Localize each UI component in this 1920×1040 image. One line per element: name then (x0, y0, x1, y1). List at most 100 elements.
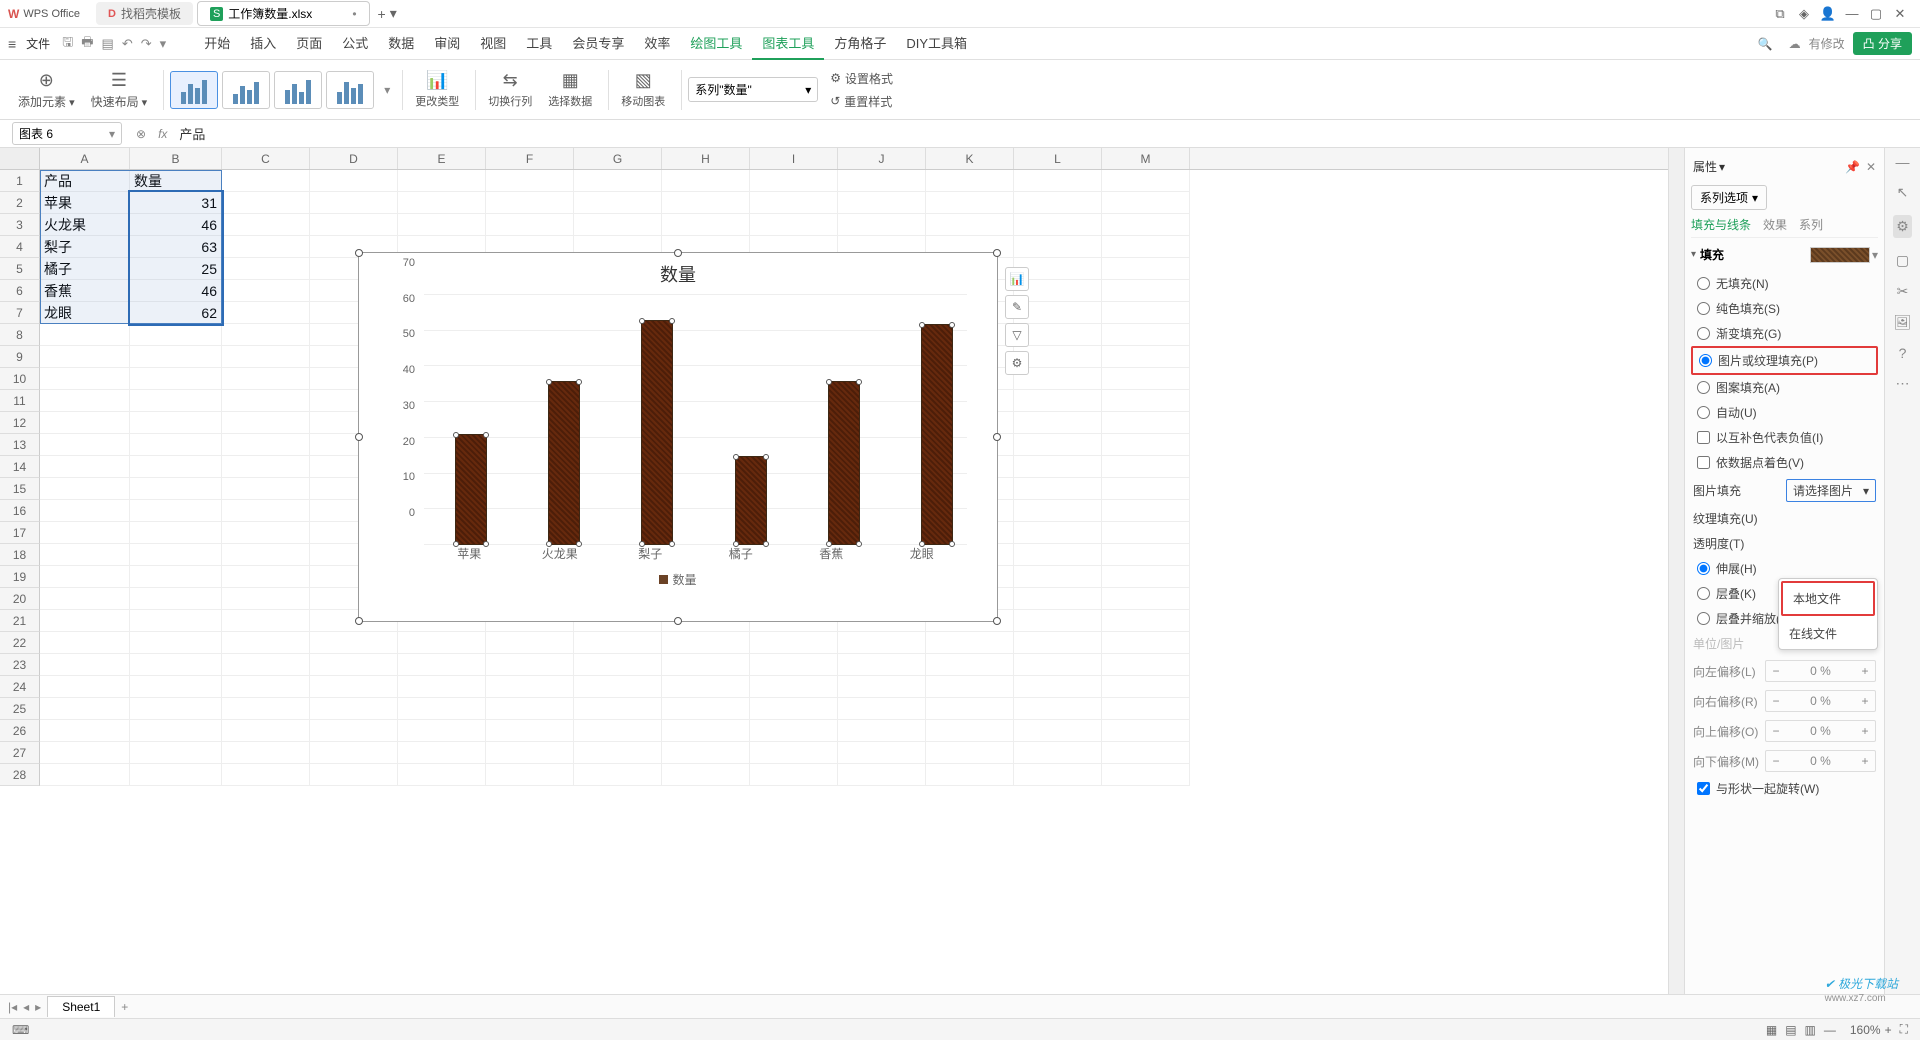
fill-radio[interactable] (1697, 406, 1710, 419)
cell[interactable] (398, 214, 486, 236)
cell[interactable] (662, 698, 750, 720)
cell[interactable] (1014, 698, 1102, 720)
cell[interactable] (662, 632, 750, 654)
cell[interactable] (1014, 610, 1102, 632)
row-header[interactable]: 24 (0, 676, 40, 698)
check-rotate-with-shape[interactable] (1697, 782, 1710, 795)
offset-spinner[interactable]: −0 %+ (1765, 660, 1876, 682)
col-header[interactable]: E (398, 148, 486, 169)
cell[interactable] (1014, 566, 1102, 588)
cell[interactable] (310, 720, 398, 742)
row-header[interactable]: 18 (0, 544, 40, 566)
change-type-button[interactable]: 📊更改类型 (409, 68, 465, 111)
tab-drawing-tools[interactable]: 绘图工具 (680, 27, 752, 60)
cell[interactable] (310, 654, 398, 676)
fullscreen-icon[interactable]: ⛶ (1900, 1022, 1908, 1037)
tab-member[interactable]: 会员专享 (562, 27, 634, 60)
cell[interactable] (222, 368, 310, 390)
cell[interactable] (222, 676, 310, 698)
cell[interactable] (1014, 588, 1102, 610)
cell[interactable] (574, 676, 662, 698)
cell[interactable] (662, 214, 750, 236)
cell[interactable] (222, 214, 310, 236)
col-header[interactable]: C (222, 148, 310, 169)
cell[interactable] (486, 698, 574, 720)
cell[interactable] (40, 610, 130, 632)
cell[interactable] (662, 742, 750, 764)
cell[interactable] (222, 324, 310, 346)
cell[interactable] (486, 742, 574, 764)
chart-legend[interactable]: 数量 (359, 565, 997, 594)
cell[interactable] (838, 632, 926, 654)
cell[interactable] (222, 192, 310, 214)
cancel-fx-icon[interactable]: ⊗ (136, 127, 146, 141)
cell[interactable] (398, 742, 486, 764)
cell[interactable] (40, 632, 130, 654)
save-icon[interactable]: 🖫 (62, 33, 73, 55)
cell[interactable] (1102, 632, 1190, 654)
cell[interactable] (1014, 236, 1102, 258)
cell[interactable] (1102, 742, 1190, 764)
cell[interactable] (486, 214, 574, 236)
cell[interactable] (130, 676, 222, 698)
cell[interactable]: 46 (130, 214, 222, 236)
row-header[interactable]: 23 (0, 654, 40, 676)
rail-image-icon[interactable]: 🖼 (1894, 314, 1912, 331)
cell[interactable] (926, 698, 1014, 720)
undo-icon[interactable]: ↶ (122, 36, 133, 52)
cell[interactable] (1102, 720, 1190, 742)
fill-radio[interactable] (1697, 302, 1710, 315)
cell[interactable]: 苹果 (40, 192, 130, 214)
cell[interactable] (222, 346, 310, 368)
sheet-nav-first[interactable]: |◂ (8, 1000, 17, 1014)
cell[interactable] (926, 632, 1014, 654)
cell[interactable] (40, 676, 130, 698)
offset-spinner[interactable]: −0 %+ (1765, 720, 1876, 742)
view-page-icon[interactable]: ▤ (1785, 1023, 1796, 1037)
cell[interactable] (222, 302, 310, 324)
cell[interactable] (130, 368, 222, 390)
cell[interactable]: 62 (130, 302, 222, 324)
row-header[interactable]: 25 (0, 698, 40, 720)
cell[interactable] (398, 170, 486, 192)
row-header[interactable]: 10 (0, 368, 40, 390)
row-header[interactable]: 26 (0, 720, 40, 742)
row-header[interactable]: 6 (0, 280, 40, 302)
row-header[interactable]: 14 (0, 456, 40, 478)
tab-workbook[interactable]: S 工作簿数量.xlsx • (197, 1, 370, 26)
cell[interactable] (40, 412, 130, 434)
dropdown-icon[interactable]: ▾ (160, 36, 167, 52)
cell[interactable] (130, 412, 222, 434)
cell[interactable] (926, 764, 1014, 786)
cell[interactable]: 46 (130, 280, 222, 302)
cell[interactable] (574, 720, 662, 742)
tab-series[interactable]: 系列 (1799, 216, 1823, 233)
sheet-nav-next[interactable]: ▸ (35, 1000, 41, 1014)
cell[interactable] (1102, 654, 1190, 676)
add-element-button[interactable]: ⊕添加元素 ▾ (12, 68, 81, 112)
chart-style-1[interactable] (170, 71, 218, 109)
vertical-scrollbar[interactable] (1668, 148, 1684, 994)
cell[interactable] (40, 742, 130, 764)
zoom-in-button[interactable]: + (1885, 1023, 1892, 1037)
col-header[interactable]: A (40, 148, 130, 169)
cell[interactable]: 火龙果 (40, 214, 130, 236)
move-chart-button[interactable]: ▧移动图表 (615, 68, 671, 111)
col-header[interactable]: I (750, 148, 838, 169)
cell[interactable] (222, 566, 310, 588)
fill-swatch[interactable] (1810, 247, 1870, 263)
cell[interactable] (1014, 478, 1102, 500)
formula-input[interactable]: 产品 (173, 122, 1908, 145)
cell[interactable] (838, 742, 926, 764)
chart-style-4[interactable] (326, 71, 374, 109)
cell[interactable] (222, 236, 310, 258)
cell[interactable] (130, 544, 222, 566)
col-header[interactable]: D (310, 148, 398, 169)
cell[interactable] (1102, 588, 1190, 610)
cell[interactable] (926, 170, 1014, 192)
cell[interactable] (1102, 324, 1190, 346)
cell[interactable] (222, 764, 310, 786)
cell[interactable] (1014, 544, 1102, 566)
zoom-out-button[interactable]: — (1824, 1023, 1836, 1037)
cell[interactable] (398, 698, 486, 720)
